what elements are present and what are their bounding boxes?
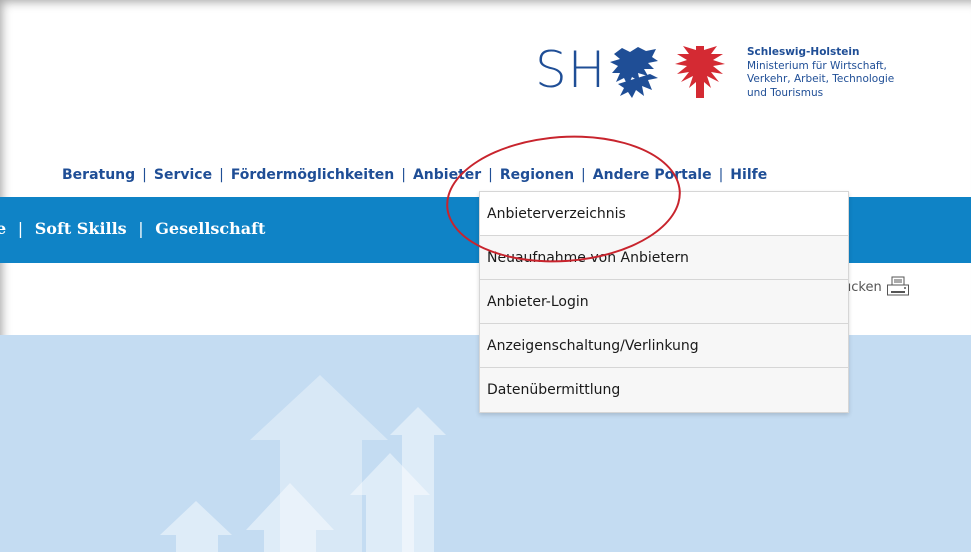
lion-emblem-icon	[610, 47, 658, 98]
nav-anbieter[interactable]: Anbieter	[406, 167, 488, 183]
ministry-line-1: Ministerium für Wirtschaft,	[747, 59, 887, 72]
main-navigation: Beratung | Service | Fördermöglichkeiten…	[0, 160, 971, 190]
nav-beratung[interactable]: Beratung	[55, 167, 142, 183]
category-separator: |	[138, 219, 144, 238]
menu-item-anbieterverzeichnis[interactable]: Anbieterverzeichnis	[480, 192, 848, 236]
nav-andere-portale[interactable]: Andere Portale	[586, 167, 719, 183]
nettle-leaf-crest-icon	[675, 46, 725, 98]
menu-item-neuaufnahme[interactable]: Neuaufnahme von Anbietern	[480, 236, 848, 280]
nav-service[interactable]: Service	[147, 167, 219, 183]
category-partial[interactable]: e	[0, 219, 6, 238]
ministry-line-2: Verkehr, Arbeit, Technologie	[747, 73, 895, 85]
menu-item-datenuebermittlung[interactable]: Datenübermittlung	[480, 368, 848, 412]
ministry-logo-text: Schleswig-Holstein Ministerium für Wirts…	[747, 46, 952, 100]
category-gesellschaft[interactable]: Gesellschaft	[155, 219, 265, 238]
printer-icon	[886, 276, 909, 296]
nav-regionen[interactable]: Regionen	[493, 167, 581, 183]
anbieter-dropdown-menu: Anbieterverzeichnis Neuaufnahme von Anbi…	[479, 191, 849, 413]
menu-item-anzeigenschaltung[interactable]: Anzeigenschaltung/Verlinkung	[480, 324, 848, 368]
category-separator: |	[17, 219, 24, 238]
sh-logo-text[interactable]: SH	[535, 40, 606, 100]
ministry-line-3: und Tourismus	[747, 86, 824, 99]
category-links: e | Soft Skills | Gesellschaft	[0, 219, 265, 238]
menu-item-anbieter-login[interactable]: Anbieter-Login	[480, 280, 848, 324]
print-link[interactable]: ucken	[843, 276, 910, 298]
nav-hilfe[interactable]: Hilfe	[723, 167, 774, 183]
nav-foerdermoeglichkeiten[interactable]: Fördermöglichkeiten	[224, 167, 401, 183]
category-soft-skills[interactable]: Soft Skills	[35, 219, 127, 238]
org-name: Schleswig-Holstein	[747, 46, 860, 58]
browser-page: SH Schleswig-Holstein Ministerium für Wi…	[0, 0, 971, 552]
